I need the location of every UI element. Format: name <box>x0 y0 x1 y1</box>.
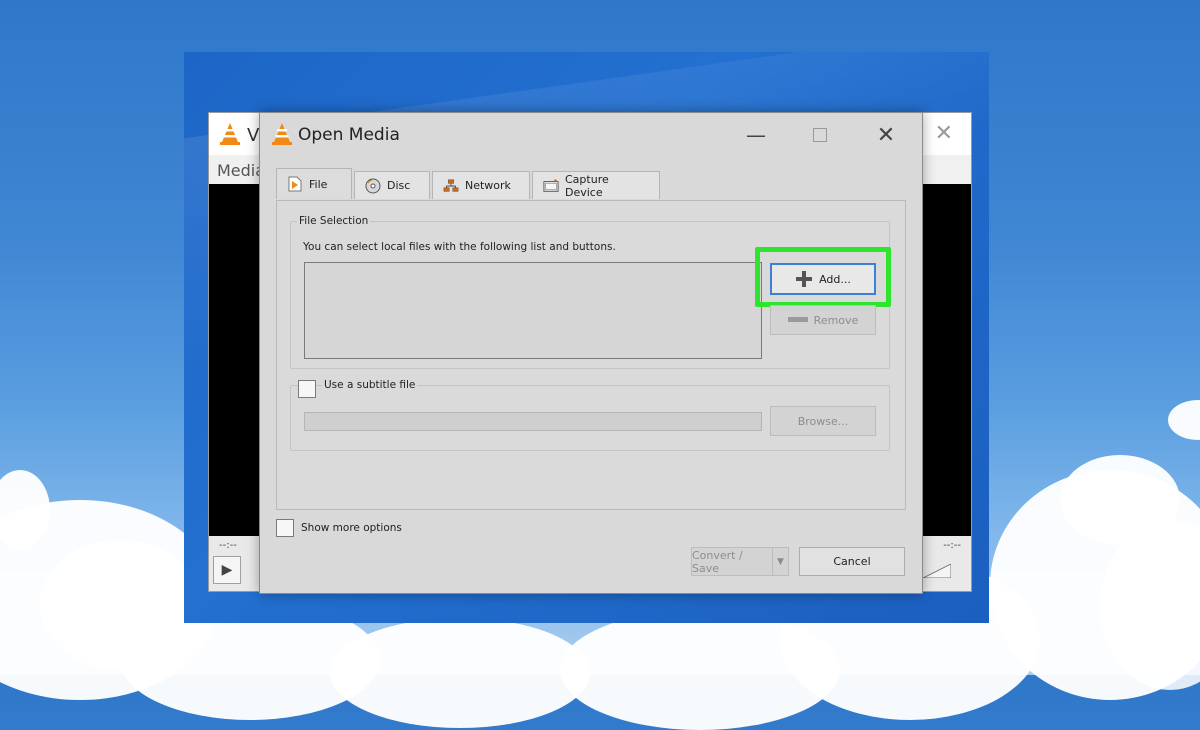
browse-button-label: Browse... <box>797 414 849 428</box>
menu-media[interactable]: Media <box>217 161 265 180</box>
play-file-icon <box>287 176 303 192</box>
elapsed-time: --:-- <box>219 540 237 551</box>
vlc-cone-icon <box>220 123 240 145</box>
tab-capture-device-label: Capture Device <box>565 172 609 199</box>
cancel-button[interactable]: Cancel <box>799 547 905 576</box>
total-time: --:-- <box>943 540 961 551</box>
chevron-down-icon: ▼ <box>777 556 784 567</box>
convert-save-button[interactable]: Convert / Save <box>691 547 773 576</box>
disc-icon <box>365 178 381 194</box>
remove-button-label: Remove <box>813 313 859 327</box>
tab-network-label: Network <box>465 179 511 192</box>
cancel-button-label: Cancel <box>833 555 871 568</box>
browse-button[interactable]: Browse... <box>770 406 876 436</box>
add-button-highlight <box>755 247 891 307</box>
network-icon <box>443 178 459 194</box>
tab-network[interactable]: Network <box>432 171 530 199</box>
maximize-button[interactable] <box>800 121 840 149</box>
cloud <box>330 618 590 728</box>
open-media-dialog: Open Media — ✕ File Disc Network Capture… <box>259 112 923 594</box>
volume-slider[interactable] <box>923 564 951 578</box>
show-more-options-label: Show more options <box>301 522 402 534</box>
dialog-title: Open Media <box>298 125 400 145</box>
tab-disc[interactable]: Disc <box>354 171 430 199</box>
file-selection-label: File Selection <box>297 215 371 227</box>
play-icon: ▶ <box>221 562 233 578</box>
tab-capture-device[interactable]: Capture Device <box>532 171 660 199</box>
cloud <box>1168 400 1200 440</box>
remove-button[interactable]: Remove <box>770 305 876 335</box>
minimize-button[interactable]: — <box>736 121 776 149</box>
show-more-options-checkbox[interactable] <box>276 519 294 537</box>
subtitle-checkbox-label: Use a subtitle file <box>322 379 418 391</box>
minus-icon <box>787 317 808 322</box>
file-selection-hint: You can select local files with the foll… <box>303 241 616 253</box>
file-tab-panel: File Selection You can select local file… <box>276 200 906 510</box>
close-icon: ✕ <box>876 122 896 148</box>
file-list[interactable] <box>304 262 762 359</box>
play-button[interactable]: ▶ <box>213 556 241 584</box>
capture-device-icon <box>543 178 559 194</box>
convert-save-label: Convert / Save <box>692 548 743 575</box>
vlc-main-close-icon[interactable]: ✕ <box>935 121 953 146</box>
maximize-icon <box>813 128 827 142</box>
convert-save-dropdown[interactable]: ▼ <box>772 547 789 576</box>
subtitle-file-input[interactable] <box>304 412 762 431</box>
close-button[interactable]: ✕ <box>866 121 906 149</box>
tab-disc-label: Disc <box>387 179 411 192</box>
dialog-titlebar: Open Media — ✕ <box>260 113 922 157</box>
tab-file[interactable]: File <box>276 168 352 199</box>
minimize-icon: — <box>746 123 766 147</box>
subtitle-checkbox[interactable] <box>298 380 316 398</box>
tab-file-label: File <box>309 177 328 191</box>
vlc-cone-icon <box>272 123 292 145</box>
